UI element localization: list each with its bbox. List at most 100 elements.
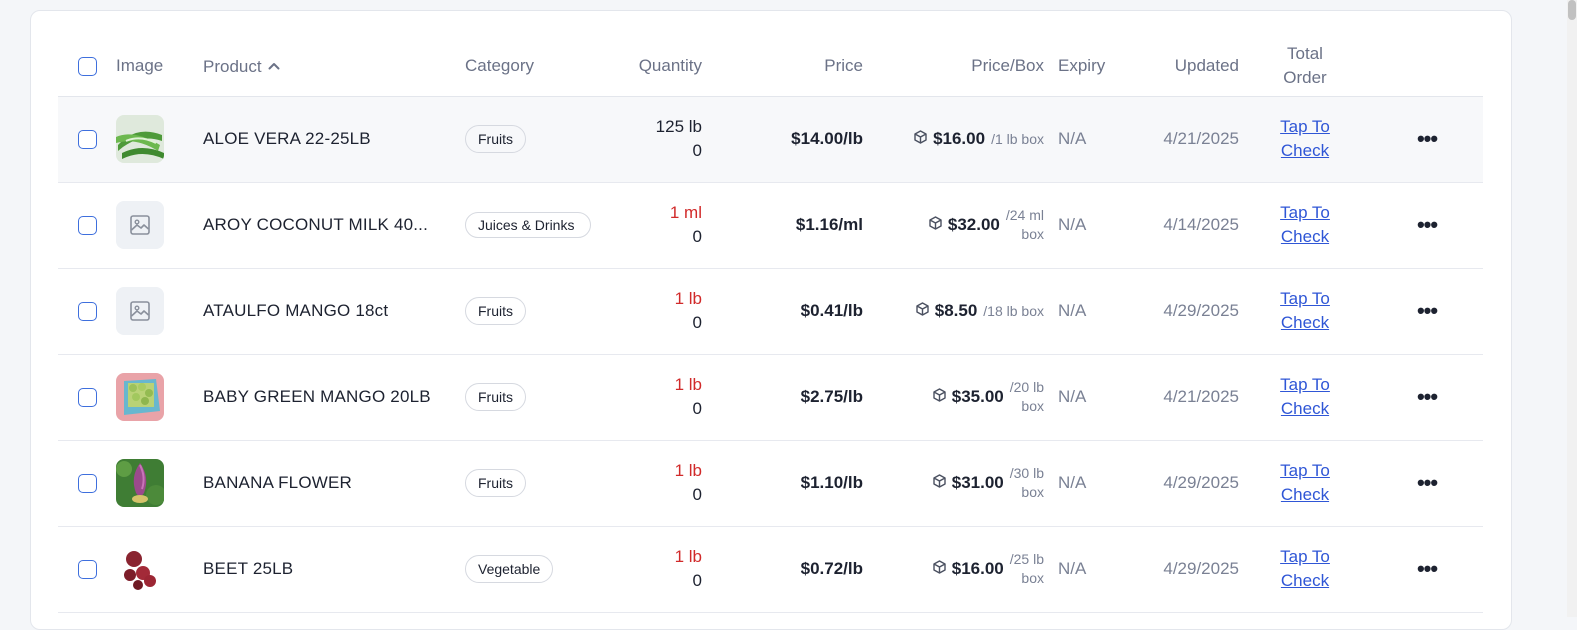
category-badge: Fruits (465, 469, 526, 497)
quantity-value: 0 (692, 227, 702, 246)
more-actions-icon[interactable]: ••• (1371, 354, 1483, 441)
select-all-checkbox[interactable] (78, 56, 97, 76)
box-price: $35.00 (951, 387, 1004, 406)
more-actions-icon[interactable]: ••• (1371, 96, 1483, 183)
box-unit: /30 lb box (1009, 465, 1044, 500)
expiry-value: N/A (1058, 473, 1087, 492)
more-actions-icon[interactable]: ••• (1371, 182, 1483, 269)
box-icon (929, 215, 942, 235)
updated-date: 4/21/2025 (1163, 387, 1239, 406)
tap-to-check-link[interactable]: Tap To Check (1239, 201, 1371, 249)
box-unit: /24 ml box (1005, 207, 1044, 242)
category-badge: Juices & Drinks (465, 212, 591, 238)
chevron-up-icon[interactable] (268, 53, 280, 77)
product-name[interactable]: BANANA FLOWER (203, 473, 465, 493)
unit-price: $2.75/lb (800, 387, 863, 406)
box-unit: /1 lb box (991, 130, 1044, 147)
quantity-value: 0 (692, 399, 702, 418)
more-actions-icon[interactable]: ••• (1371, 440, 1483, 527)
category-badge: Fruits (465, 297, 526, 325)
header-quantity[interactable]: Quantity (599, 36, 702, 97)
quantity-unit: 125 lb (655, 117, 702, 136)
box-icon (933, 473, 946, 493)
aloe-vera-photo (116, 115, 164, 163)
box-icon (933, 559, 946, 579)
row-checkbox[interactable] (78, 302, 97, 321)
scrollbar-thumb[interactable] (1568, 0, 1576, 20)
product-name[interactable]: BEET 25LB (203, 559, 465, 579)
header-updated[interactable]: Updated (1144, 36, 1239, 97)
tap-to-check-link[interactable]: Tap To Check (1239, 459, 1371, 507)
vertical-scrollbar[interactable] (1567, 0, 1577, 617)
box-icon (933, 387, 946, 407)
header-category[interactable]: Category (465, 36, 599, 97)
updated-date: 4/29/2025 (1163, 473, 1239, 492)
table-row[interactable]: BEET 25LB Vegetable 1 lb 0 $0.72/lb $16.0… (58, 526, 1483, 613)
table-header-row: Image Product Category Quantity Price Pr… (58, 36, 1483, 97)
box-price: $8.50 (934, 301, 978, 320)
box-price: $32.00 (947, 215, 1000, 234)
quantity-value: 0 (692, 571, 702, 590)
box-price: $16.00 (951, 559, 1004, 578)
updated-date: 4/29/2025 (1163, 301, 1239, 320)
unit-price: $14.00/lb (791, 129, 863, 148)
header-expiry[interactable]: Expiry (1044, 36, 1144, 97)
banana-flower-photo (116, 459, 164, 507)
row-checkbox[interactable] (78, 216, 97, 235)
product-name[interactable]: AROY COCONUT MILK 40... (203, 215, 465, 235)
row-checkbox[interactable] (78, 388, 97, 407)
quantity-unit: 1 ml (669, 203, 702, 222)
header-price-box[interactable]: Price/Box (863, 36, 1044, 97)
row-checkbox[interactable] (78, 474, 97, 493)
placeholder-image-icon (116, 287, 164, 335)
updated-date: 4/21/2025 (1163, 129, 1239, 148)
table-row[interactable]: BABY GREEN MANGO 20LB Fruits 1 lb 0 $2.75… (58, 354, 1483, 441)
more-actions-icon[interactable]: ••• (1371, 526, 1483, 613)
category-badge: Vegetable (465, 555, 554, 583)
table-row[interactable]: ATAULFO MANGO 18ct Fruits 1 lb 0 $0.41/lb… (58, 268, 1483, 355)
quantity-value: 0 (692, 141, 702, 160)
product-name[interactable]: BABY GREEN MANGO 20LB (203, 387, 465, 407)
expiry-value: N/A (1058, 387, 1087, 406)
box-price: $31.00 (951, 473, 1004, 492)
category-badge: Fruits (465, 383, 526, 411)
table-row[interactable]: ALOE VERA 22-25LB Fruits 125 lb 0 $14.00/… (58, 96, 1483, 183)
header-image: Image (116, 36, 203, 97)
quantity-unit: 1 lb (674, 375, 702, 394)
table-row[interactable]: BANANA FLOWER Fruits 1 lb 0 $1.10/lb $31.… (58, 440, 1483, 527)
unit-price: $1.10/lb (800, 473, 863, 492)
row-checkbox[interactable] (78, 560, 97, 579)
box-icon (914, 129, 927, 149)
tap-to-check-link[interactable]: Tap To Check (1239, 115, 1371, 163)
tap-to-check-link[interactable]: Tap To Check (1239, 287, 1371, 335)
product-name[interactable]: ALOE VERA 22-25LB (203, 129, 465, 149)
green-mango-photo (116, 373, 164, 421)
quantity-unit: 1 lb (674, 547, 702, 566)
unit-price: $0.41/lb (800, 301, 863, 320)
quantity-unit: 1 lb (674, 461, 702, 480)
header-product[interactable]: Product (203, 36, 465, 97)
header-price[interactable]: Price (702, 36, 863, 97)
box-unit: /25 lb box (1009, 551, 1044, 586)
unit-price: $0.72/lb (800, 559, 863, 578)
updated-date: 4/29/2025 (1163, 559, 1239, 578)
tap-to-check-link[interactable]: Tap To Check (1239, 373, 1371, 421)
unit-price: $1.16/ml (795, 215, 863, 234)
expiry-value: N/A (1058, 215, 1087, 234)
expiry-value: N/A (1058, 129, 1087, 148)
products-table: Image Product Category Quantity Price Pr… (58, 36, 1483, 613)
row-checkbox[interactable] (78, 130, 97, 149)
table-row[interactable]: AROY COCONUT MILK 40... Juices & Drinks … (58, 182, 1483, 269)
quantity-value: 0 (692, 485, 702, 504)
more-actions-icon[interactable]: ••• (1371, 268, 1483, 355)
quantity-unit: 1 lb (674, 289, 702, 308)
product-name[interactable]: ATAULFO MANGO 18ct (203, 301, 465, 321)
updated-date: 4/14/2025 (1163, 215, 1239, 234)
header-total-order: Total Order (1239, 36, 1371, 97)
box-icon (916, 301, 929, 321)
placeholder-image-icon (116, 201, 164, 249)
tap-to-check-link[interactable]: Tap To Check (1239, 545, 1371, 593)
box-unit: /20 lb box (1009, 379, 1044, 414)
expiry-value: N/A (1058, 559, 1087, 578)
expiry-value: N/A (1058, 301, 1087, 320)
